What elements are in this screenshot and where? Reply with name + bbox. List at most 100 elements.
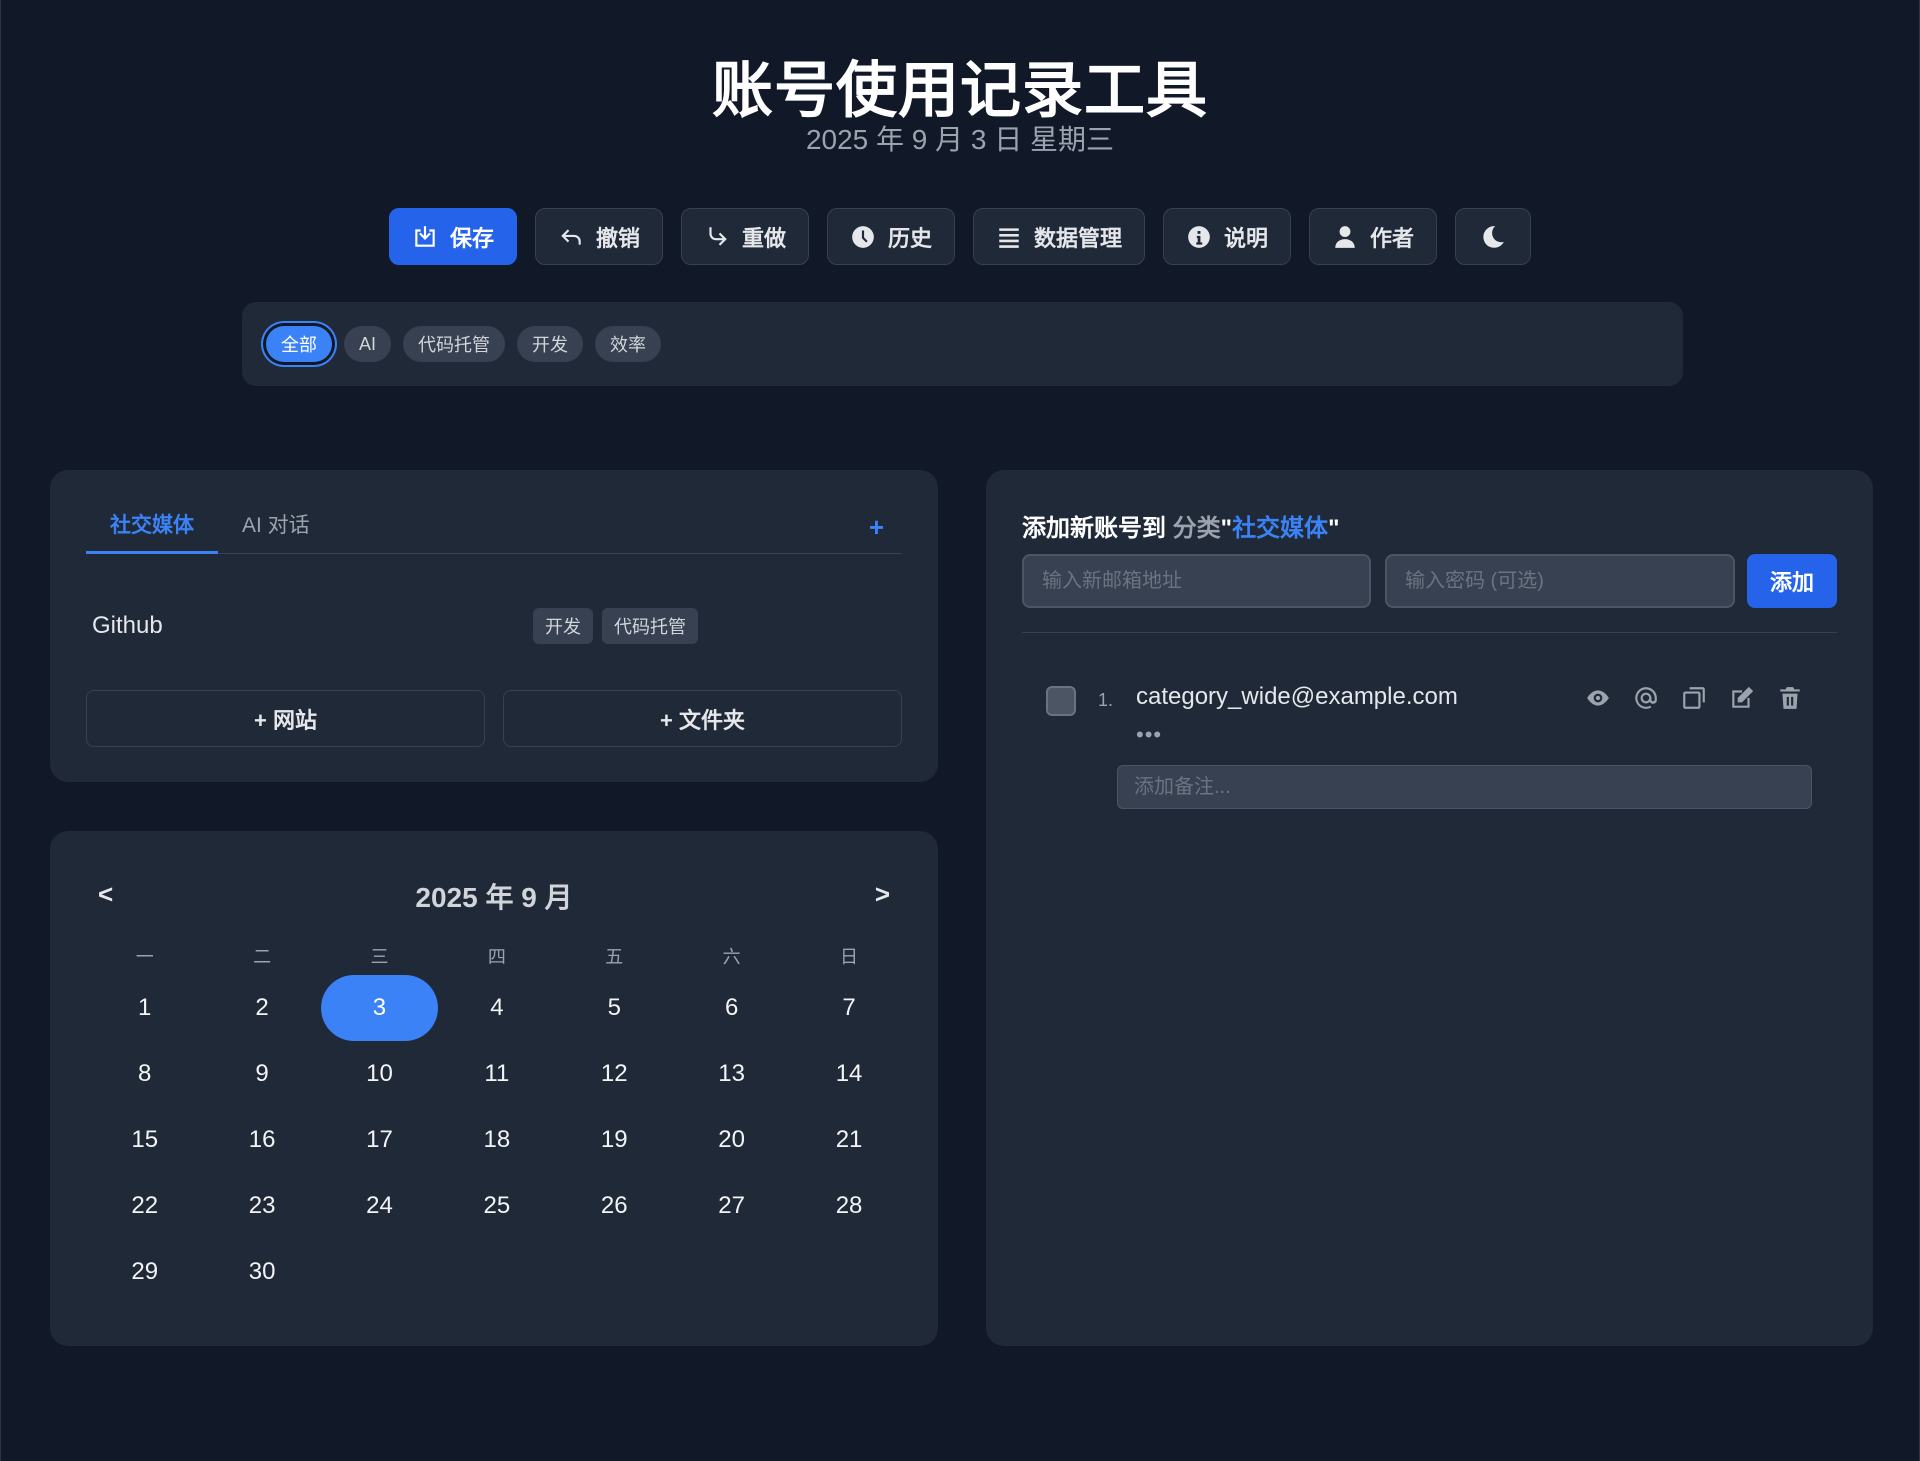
calendar-day-number: 23 — [248, 1192, 276, 1219]
calendar-day-number: 28 — [835, 1192, 863, 1219]
calendar-day-number: 30 — [248, 1258, 276, 1285]
calendar-day-number: 10 — [366, 1060, 393, 1087]
calendar-day[interactable]: 29 — [86, 1239, 203, 1305]
delete-button[interactable] — [1776, 684, 1804, 712]
add-folder-button[interactable]: + 文件夹 — [503, 690, 902, 747]
calendar-day-number: 13 — [718, 1060, 745, 1087]
calendar-day[interactable]: 22 — [86, 1173, 203, 1239]
calendar-day[interactable]: 18 — [438, 1107, 555, 1173]
calendar-day[interactable]: 23 — [203, 1173, 320, 1239]
add-title-prefix: 添加新账号到 — [1022, 515, 1166, 542]
redo-button[interactable]: 重做 — [680, 208, 809, 265]
password-input[interactable] — [1385, 554, 1735, 608]
calendar-day[interactable]: 20 — [673, 1107, 790, 1173]
calendar-day-number: 6 — [724, 994, 739, 1021]
add-title-category-word: 分类 — [1172, 515, 1221, 542]
info-icon — [1188, 225, 1210, 248]
calendar-grid: 一二三四五六日 1 2 3 4 5 6 7 8 9 10 11 12 13 14 15 16 17 18 19 20 21… — [86, 939, 908, 1305]
author-button[interactable]: 作者 — [1309, 208, 1438, 265]
calendar-day[interactable]: 10 — [321, 1041, 438, 1107]
calendar-day[interactable]: 30 — [203, 1239, 320, 1305]
calendar-day-number: 19 — [600, 1126, 628, 1153]
account-checkbox[interactable] — [1046, 686, 1076, 716]
category-tabs: 社交媒体 AI 对话 + — [86, 506, 902, 554]
calendar-day-number: 5 — [607, 994, 621, 1021]
calendar-day-number: 8 — [138, 1060, 152, 1087]
add-tab-button[interactable]: + — [869, 512, 884, 543]
calendar-day[interactable]: 4 — [438, 975, 555, 1041]
add-website-button[interactable]: + 网站 — [86, 690, 485, 747]
weekday-label: 四 — [487, 947, 506, 967]
filter-chip-code-hosting[interactable]: 代码托管 — [403, 326, 506, 362]
page-title: 账号使用记录工具 — [711, 56, 1208, 124]
at-sign-icon — [1635, 687, 1657, 709]
calendar-day[interactable]: 28 — [790, 1173, 907, 1239]
current-date: 2025 年 9 月 3 日 星期三 — [805, 124, 1115, 155]
tab-social-media[interactable]: 社交媒体 — [86, 506, 218, 554]
toolbar: 保存 撤销 重做 历史 数据管理 说明 作者 — [1, 208, 1919, 265]
show-password-button[interactable] — [1584, 684, 1612, 712]
calendar-day-number: 21 — [835, 1126, 863, 1153]
calendar-day[interactable]: 19 — [556, 1107, 673, 1173]
calendar-day[interactable]: 1 — [86, 975, 203, 1041]
calendar-day[interactable]: 6 — [673, 975, 790, 1041]
more-options-button[interactable]: ••• — [1136, 722, 1162, 748]
calendar-day-number: 12 — [600, 1060, 628, 1087]
calendar-day-number: 4 — [490, 994, 504, 1021]
undo-icon — [561, 228, 581, 245]
calendar-day[interactable]: 24 — [321, 1173, 438, 1239]
eye-icon — [1587, 690, 1609, 706]
calendar-day-number: 11 — [484, 1060, 510, 1087]
calendar-day[interactable]: 21 — [790, 1107, 907, 1173]
filter-chip-ai[interactable]: AI — [344, 326, 392, 362]
data-manage-button[interactable]: 数据管理 — [973, 208, 1146, 265]
note-input[interactable] — [1117, 765, 1812, 809]
calendar-day[interactable]: 5 — [556, 975, 673, 1041]
calendar-next-button[interactable]: > — [875, 879, 890, 910]
calendar-day[interactable]: 14 — [790, 1041, 907, 1107]
email-input[interactable] — [1022, 554, 1371, 608]
history-button[interactable]: 历史 — [826, 208, 955, 265]
category-filter-bar: 全部 AI 代码托管 开发 效率 — [242, 302, 1683, 386]
calendar-day[interactable]: 2 — [203, 975, 320, 1041]
tab-ai-chat[interactable]: AI 对话 — [218, 506, 334, 554]
filter-chip-dev[interactable]: 开发 — [517, 326, 584, 362]
filter-chip-all[interactable]: 全部 — [266, 326, 332, 362]
calendar-day-number: 29 — [131, 1258, 159, 1285]
calendar-day[interactable]: 13 — [673, 1041, 790, 1107]
calendar-day[interactable]: 8 — [86, 1041, 203, 1107]
edit-icon — [1732, 686, 1754, 708]
edit-button[interactable] — [1728, 684, 1756, 712]
calendar-day-number: 1 — [138, 994, 152, 1021]
copy-button[interactable] — [1680, 684, 1708, 712]
help-button[interactable]: 说明 — [1163, 208, 1292, 265]
calendar-day-number: 3 — [320, 975, 438, 1041]
calendar-day-today[interactable]: 3 — [320, 975, 438, 1041]
weekday-label: 三 — [370, 947, 389, 967]
add-account-button[interactable]: 添加 — [1747, 554, 1837, 608]
save-button[interactable]: 保存 — [388, 208, 517, 265]
calendar-day[interactable]: 27 — [673, 1173, 790, 1239]
calendar-day-number: 22 — [131, 1192, 159, 1219]
calendar-day-number: 9 — [255, 1060, 269, 1087]
calendar-day[interactable]: 16 — [203, 1107, 320, 1173]
calendar-day[interactable]: 11 — [438, 1041, 555, 1107]
redo-icon — [709, 226, 727, 246]
calendar-day[interactable]: 17 — [321, 1107, 438, 1173]
add-title-quote-open: " — [1220, 515, 1233, 542]
calendar-day[interactable]: 7 — [790, 975, 907, 1041]
calendar-day-number: 7 — [842, 994, 856, 1021]
filter-chip-efficiency[interactable]: 效率 — [595, 326, 662, 362]
calendar-day[interactable]: 12 — [556, 1041, 673, 1107]
theme-toggle-button[interactable] — [1455, 208, 1532, 265]
calendar-day[interactable]: 15 — [86, 1107, 203, 1173]
calendar-day-number: 27 — [718, 1192, 745, 1219]
undo-label: 撤销 — [595, 225, 640, 251]
copy-email-button[interactable] — [1632, 684, 1660, 712]
calendar-day[interactable]: 9 — [203, 1041, 320, 1107]
account-index: 1. — [1098, 690, 1114, 710]
undo-button[interactable]: 撤销 — [534, 208, 663, 265]
copy-icon — [1683, 687, 1705, 709]
calendar-day[interactable]: 25 — [438, 1173, 555, 1239]
calendar-day[interactable]: 26 — [556, 1173, 673, 1239]
